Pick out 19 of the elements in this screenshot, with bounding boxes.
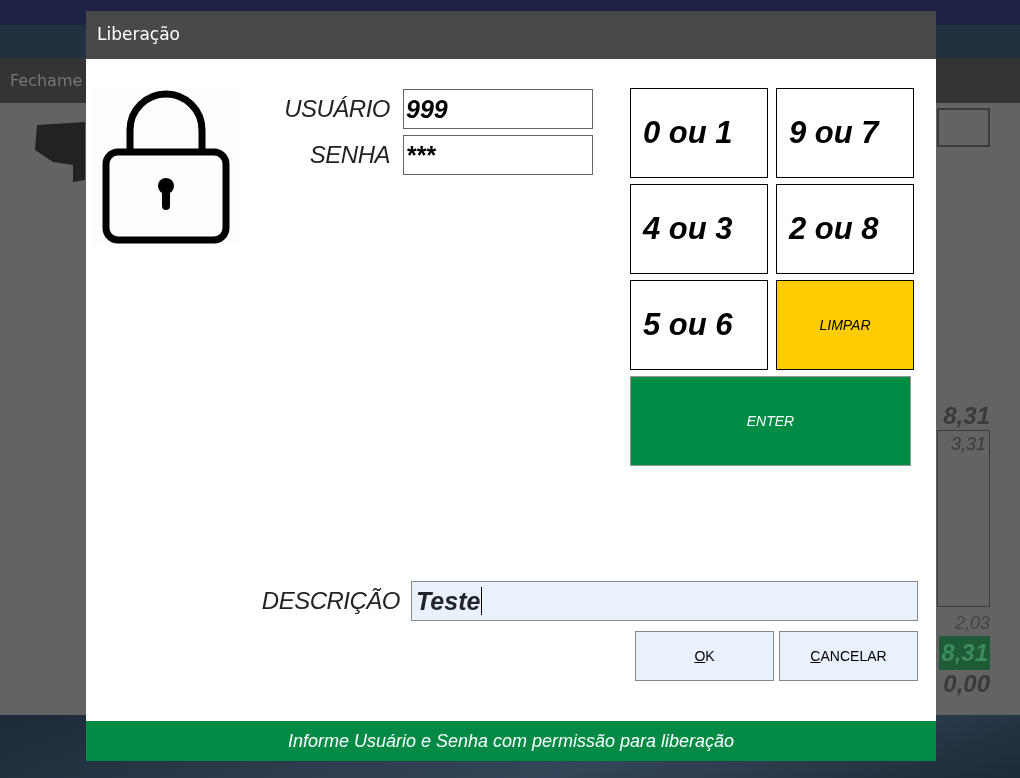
field-value: Teste (416, 586, 481, 617)
keypad-button[interactable]: 9 ou 7 (776, 88, 914, 178)
keypad-button[interactable]: 4 ou 3 (630, 184, 768, 274)
clear-button[interactable]: LIMPAR (776, 280, 914, 370)
field-label: SENHA (308, 140, 390, 170)
input-field[interactable]: 999 (403, 89, 593, 129)
keypad-button[interactable]: 2 ou 8 (776, 184, 914, 274)
status-message: Informe Usuário e Senha com permissão para liberação (287, 729, 735, 753)
cancel-button[interactable]: CANCELAR (779, 631, 918, 681)
enter-button[interactable]: ENTER (630, 376, 911, 466)
ok-button[interactable]: OK (635, 631, 774, 681)
field-label: USUÁRIO (283, 94, 390, 124)
dialog-title: Liberação (86, 11, 936, 59)
input-field[interactable]: *** (403, 135, 593, 175)
description-field[interactable]: Teste (411, 581, 918, 621)
keypad-button[interactable]: 5 ou 6 (630, 280, 768, 370)
input-field[interactable] (937, 108, 990, 147)
keypad-button[interactable]: 0 ou 1 (630, 88, 768, 178)
description-label: DESCRIÇÃO (260, 586, 400, 616)
